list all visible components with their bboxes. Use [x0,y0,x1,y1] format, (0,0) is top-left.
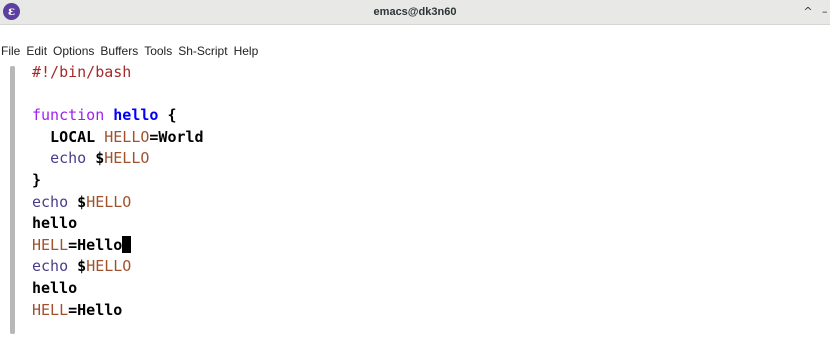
code-token: #!/bin/bash [32,63,132,81]
code-token: $ [68,257,87,276]
code-line[interactable]: HELL=Hello [32,235,822,257]
code-line[interactable]: HELL=Hello [32,300,822,322]
menu-file[interactable]: File [1,44,20,58]
code-token: HELL [32,235,69,254]
code-token: HELLO [86,257,132,276]
code-line[interactable]: #!/bin/bash [32,62,822,84]
menu-help[interactable]: Help [234,44,259,58]
window-title: emacs@dk3n60 [373,6,457,18]
code-token: function [32,106,105,125]
editor-buffer[interactable]: #!/bin/bash function hello { LOCAL HELLO=… [32,62,822,321]
minimize-button[interactable]: – [822,3,830,21]
code-token: $ [68,192,87,211]
menu-edit[interactable]: Edit [26,44,47,58]
code-token: =World [149,127,204,146]
code-line[interactable]: echo $HELLO [32,192,822,214]
code-line[interactable] [32,84,822,106]
code-token: =Hello [68,235,123,254]
code-token: =Hello [68,300,123,319]
code-line[interactable]: echo $HELLO [32,148,822,170]
code-token: LOCAL [32,127,105,146]
code-line[interactable]: hello [32,278,822,300]
code-token: HELLO [86,192,132,211]
code-token: hello [32,278,78,297]
menu-sh-script[interactable]: Sh-Script [178,44,227,58]
code-line[interactable]: hello [32,213,822,235]
code-line[interactable]: echo $HELLO [32,256,822,278]
menu-buffers[interactable]: Buffers [100,44,138,58]
code-token: HELL [32,300,69,319]
menu-bar: File Edit Options Buffers Tools Sh-Scrip… [0,42,830,59]
code-token: $ [86,149,105,168]
code-token: echo [32,257,69,276]
text-cursor [122,235,132,253]
code-token: hello [113,106,159,125]
code-line[interactable]: } [32,170,822,192]
menu-tools[interactable]: Tools [144,44,172,58]
code-token: HELLO [104,127,150,146]
code-token: hello [32,214,78,233]
code-line[interactable]: function hello { [32,105,822,127]
scroll-bar[interactable] [10,66,15,334]
title-bar: ε emacs@dk3n60 ^ – [0,0,830,25]
menu-options[interactable]: Options [53,44,94,58]
code-token: } [32,170,42,189]
code-line[interactable]: LOCAL HELLO=World [32,127,822,149]
code-token: echo [32,192,69,211]
maximize-button[interactable]: ^ [800,3,816,21]
code-token: { [158,106,177,125]
code-token: HELLO [104,149,150,168]
code-token: echo [50,149,87,168]
